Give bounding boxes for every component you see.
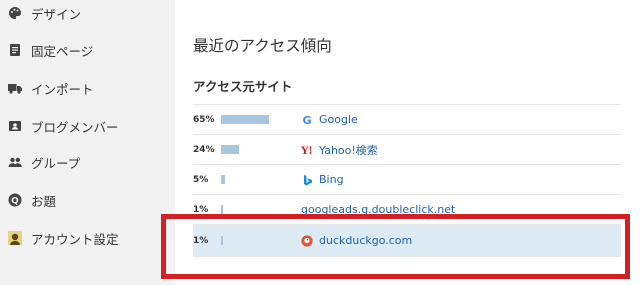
- referrer-name: Google: [319, 113, 358, 126]
- share-bar: [221, 145, 239, 154]
- sidebar-item-label: グループ: [31, 155, 81, 171]
- share-bar: [221, 236, 223, 245]
- palette-icon: [8, 6, 22, 20]
- bing-icon: [301, 174, 313, 186]
- share-bar-track: [221, 145, 301, 154]
- svg-text:G: G: [302, 114, 311, 126]
- sidebar-item-label: 固定ページ: [31, 43, 94, 59]
- sidebar-item-account-settings[interactable]: アカウント設定: [0, 219, 175, 257]
- member-card-icon: [8, 119, 22, 133]
- referrer-link-bing[interactable]: Bing: [301, 173, 344, 186]
- referrer-link-doubleclick[interactable]: googleads.g.doubleclick.net: [301, 203, 455, 216]
- share-bar-track: [221, 205, 301, 214]
- percent-label: 65%: [193, 114, 215, 125]
- page-icon: [8, 43, 22, 57]
- percent-label: 24%: [193, 144, 215, 155]
- table-row-highlighted: 1% duckduckgo.com: [193, 225, 621, 257]
- share-bar-track: [221, 175, 301, 184]
- question-icon: Q: [8, 193, 22, 207]
- sidebar-item-label: アカウント設定: [31, 231, 119, 247]
- account-avatar-icon: [8, 231, 22, 245]
- sidebar-item-design[interactable]: デザイン: [0, 0, 175, 32]
- referrer-name: duckduckgo.com: [319, 234, 413, 247]
- sidebar-item-pages[interactable]: 固定ページ: [0, 31, 175, 69]
- page-title: 最近のアクセス傾向: [193, 37, 332, 55]
- referrer-table: 65% G Google 24% Y! Yahoo!検索 5% Bing 1% …: [193, 104, 621, 257]
- sidebar-item-label: お題: [31, 193, 57, 209]
- percent-label: 1%: [193, 235, 209, 246]
- sidebar: デザイン 固定ページ インポート ブログメンバー グループ Q お題 アカウント…: [0, 0, 175, 285]
- svg-text:Y!: Y!: [301, 146, 313, 156]
- google-icon: G: [301, 114, 313, 126]
- section-title: アクセス元サイト: [193, 79, 293, 94]
- share-bar: [221, 205, 223, 214]
- referrer-link-duckduckgo[interactable]: duckduckgo.com: [301, 234, 412, 247]
- sidebar-item-import[interactable]: インポート: [0, 69, 175, 107]
- table-row: 5% Bing: [193, 165, 621, 195]
- share-bar: [221, 115, 269, 124]
- share-bar-track: [221, 115, 301, 124]
- table-row: 24% Y! Yahoo!検索: [193, 135, 621, 165]
- table-row: 1% googleads.g.doubleclick.net: [193, 195, 621, 225]
- truck-icon: [8, 81, 22, 95]
- main-panel: 最近のアクセス傾向 アクセス元サイト 65% G Google 24% Y! Y…: [175, 0, 640, 285]
- referrer-name: googleads.g.doubleclick.net: [301, 203, 456, 216]
- referrer-name: Yahoo!検索: [319, 143, 378, 157]
- sidebar-item-label: インポート: [31, 81, 94, 97]
- sidebar-item-label: ブログメンバー: [31, 119, 119, 135]
- sidebar-item-odai[interactable]: Q お題: [0, 181, 175, 219]
- yahoo-icon: Y!: [301, 144, 313, 156]
- referrer-name: Bing: [319, 173, 344, 186]
- percent-label: 5%: [193, 174, 209, 185]
- percent-label: 1%: [193, 204, 209, 215]
- referrer-link-yahoo[interactable]: Y! Yahoo!検索: [301, 142, 378, 158]
- share-bar: [221, 175, 225, 184]
- svg-text:Q: Q: [11, 197, 19, 207]
- sidebar-item-blog-members[interactable]: ブログメンバー: [0, 107, 175, 145]
- share-bar-track: [221, 236, 301, 245]
- sidebar-item-group[interactable]: グループ: [0, 143, 175, 181]
- table-row: 65% G Google: [193, 104, 621, 135]
- sidebar-item-label: デザイン: [31, 6, 82, 22]
- duckduckgo-icon: [301, 234, 313, 247]
- referrer-link-google[interactable]: G Google: [301, 113, 358, 126]
- group-icon: [8, 155, 22, 169]
